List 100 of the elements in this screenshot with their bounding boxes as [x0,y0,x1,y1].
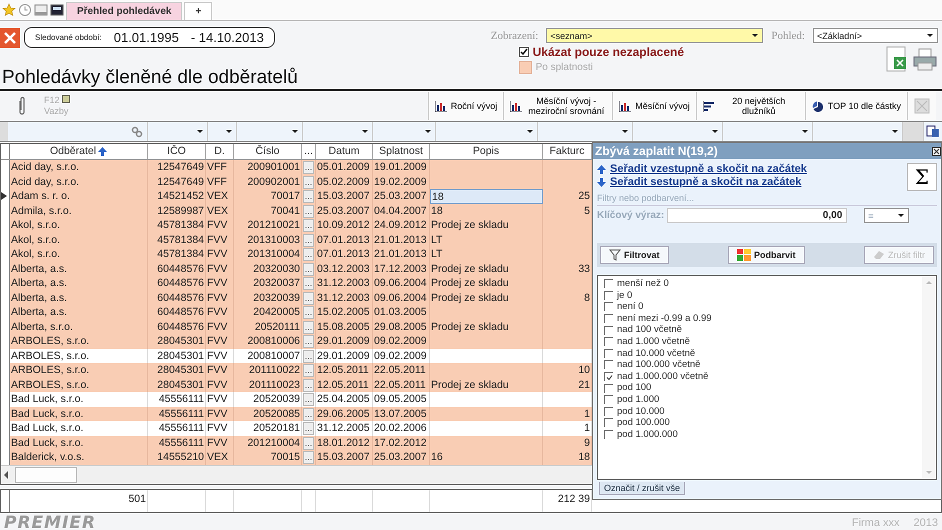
sum-button[interactable]: Σ [907,163,937,191]
row-detail-button[interactable]: ... [303,306,314,319]
column-header[interactable]: Splatnost [373,144,430,159]
sort-link[interactable]: Seřadit vzestupně a skočit na začátek [597,163,807,175]
row-detail-button[interactable]: ... [303,451,314,464]
chart-button[interactable]: 20 největších dlužníků [696,92,805,120]
checkbox[interactable] [604,360,613,370]
up-arrow-icon [98,147,108,156]
table-cell: 22.05.2011 [373,378,430,392]
row-detail-button[interactable]: ... [303,219,314,232]
clock-icon[interactable] [18,3,32,17]
condition-label: pod 100 [617,382,652,394]
condition-label: není 0 [617,301,644,313]
status-text: Firma xxx [852,516,900,528]
row-detail-button[interactable]: ... [303,277,314,290]
row-detail-button[interactable]: ... [303,436,314,450]
checkbox[interactable] [604,302,613,312]
option-label: Ukázat pouze nezaplacené [532,45,684,59]
chart-button[interactable]: Měsíční vývoj - meziroční srovnání [503,92,612,120]
period-from: 01.01.1995 [114,30,179,45]
checkbox[interactable] [604,418,613,428]
table-cell: 201110023 [234,378,302,392]
sort-link[interactable]: Seřadit sestupně a skočit na začátek [597,176,807,188]
table-cell: 20520085 [234,406,302,421]
condition-label: nad 100.000 včetně [617,359,700,371]
view-label: Zobrazení: [490,30,538,42]
row-detail-button[interactable]: ... [303,234,314,246]
checkbox[interactable] [604,384,613,393]
checkbox[interactable] [518,47,529,57]
close-button[interactable] [0,28,20,48]
bar-chart-icon [434,100,447,112]
chart-button[interactable]: TOP 10 dle částky [804,92,907,120]
toggle-all-tab[interactable]: Označit / zrušit vše [599,482,686,495]
checkbox[interactable] [604,406,613,416]
horizontal-bar-chart-icon [702,100,715,112]
row-detail-button[interactable]: ... [303,190,314,203]
checkbox[interactable] [604,290,613,300]
perspective-label: Pohled: [771,30,805,42]
checkbox[interactable] [604,337,613,346]
condition-label: nad 1.000 včetně [617,336,690,348]
cell-editor[interactable]: 18 [430,189,543,204]
row-detail-button[interactable]: ... [303,364,314,377]
condition-label: nad 100 včetně [617,324,682,336]
column-header[interactable]: Odběratel [10,144,148,159]
table-cell: FVV [206,378,234,392]
table-cell: Bad Luck, s.r.o. [10,406,148,421]
column-header[interactable]: Datum [316,144,373,159]
star-icon[interactable] [2,3,16,17]
filter-field[interactable] [903,122,924,141]
row-detail-button[interactable]: ... [303,422,314,435]
row-detail-button[interactable]: ... [303,320,314,334]
filter-field[interactable] [0,122,148,141]
filter-field[interactable] [148,122,208,141]
row-detail-button[interactable]: ... [303,248,314,261]
column-header[interactable]: IČO [148,144,206,159]
tab[interactable]: Přehled pohledávek [66,2,182,20]
column-header[interactable]: Číslo [234,144,302,159]
condition-label: nad 1.000.000 včetně [617,370,708,382]
row-detail-button[interactable]: ... [303,350,314,362]
tab[interactable]: + [184,2,212,20]
row-detail-button[interactable]: ... [303,204,314,218]
row-detail-button[interactable]: ... [303,408,314,420]
row-detail-button[interactable]: ... [303,292,314,304]
row-detail-button[interactable]: ... [303,262,314,276]
column-header[interactable]: ... [302,144,316,159]
panel-button[interactable]: Podbarvit [728,246,805,264]
bar-chart-icon [510,100,522,112]
link-icon [130,126,143,138]
checkbox[interactable] [604,279,613,288]
condition-label: je 0 [617,290,632,302]
row-detail-button[interactable]: ... [303,393,314,406]
row-detail-button[interactable]: ... [303,161,314,174]
bar-chart-icon [619,100,632,112]
table-cell: 200810006 [234,334,302,348]
row-detail-button[interactable]: ... [303,378,314,392]
table-cell: 28045301 [148,334,206,348]
row-detail-button[interactable]: ... [303,176,314,188]
column-header[interactable]: Popis [430,144,543,159]
chart-button[interactable]: Roční vývoj [428,92,504,120]
period-to: - 14.10.2013 [190,30,264,45]
checkbox[interactable] [604,348,613,358]
scrollbar-thumb[interactable] [15,466,77,482]
filter-icon [609,249,621,261]
panel-button[interactable]: Filtrovat [600,246,669,264]
checkbox[interactable] [604,372,613,382]
table-cell: 45556111 [148,406,206,421]
perspective-select[interactable]: <Základní> [813,28,938,43]
view-select[interactable]: <seznam> [546,28,764,43]
close-icon[interactable] [932,146,941,156]
checkbox[interactable] [604,395,613,404]
checkbox[interactable] [604,326,613,335]
column-header[interactable]: D. [206,144,234,159]
table-cell: ARBOLES, s.r.o. [10,378,148,392]
window-icon[interactable] [50,3,64,17]
paperclip-icon[interactable] [18,96,26,116]
save-columns-icon[interactable] [926,124,940,138]
key-field[interactable]: 0,00 [667,208,848,223]
checkbox[interactable] [604,314,613,324]
row-detail-button[interactable]: ... [303,335,314,348]
chart-button[interactable]: Měsíční vývoj [612,92,696,120]
